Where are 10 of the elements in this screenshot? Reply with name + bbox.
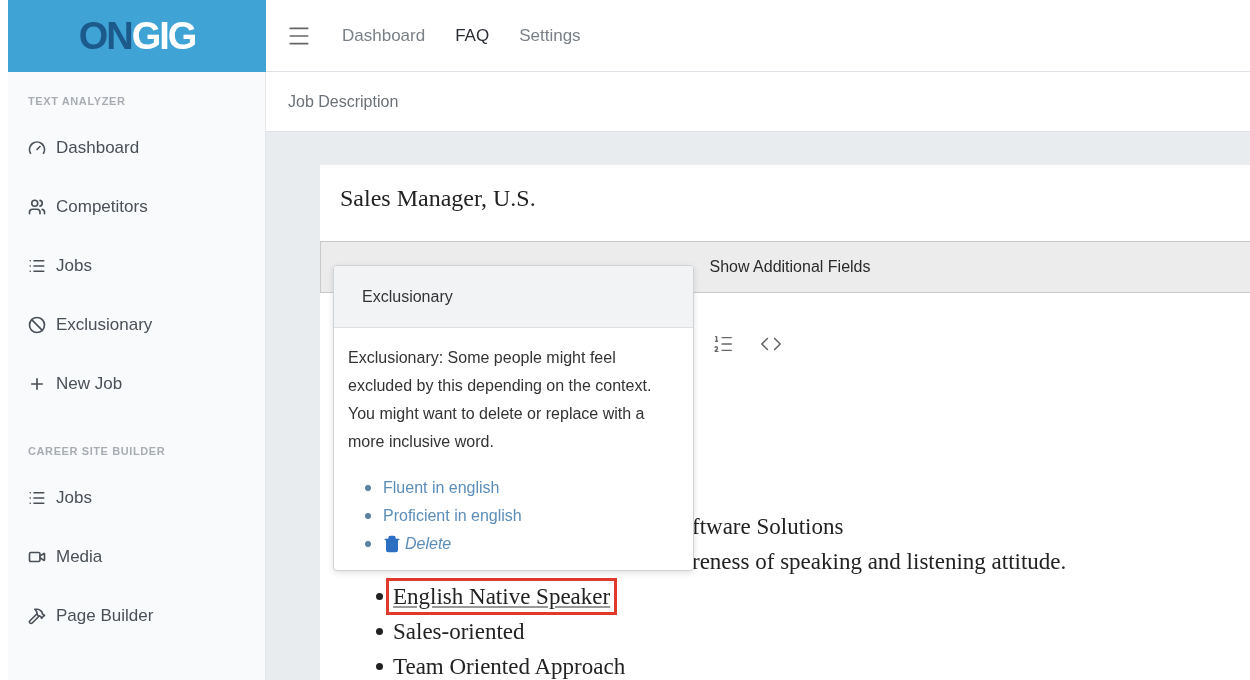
- editor-text: Sales-oriented: [392, 618, 526, 646]
- editor-text: reness of speaking and listening attitude.: [692, 549, 1067, 574]
- editor-text: Team Oriented Approach: [392, 653, 627, 680]
- logo: ONGIG: [8, 0, 266, 72]
- section-heading: TEXT ANALYZER: [28, 94, 127, 109]
- section-heading: CAREER SITE BUILDER: [28, 444, 167, 459]
- editor-text: ftware Solutions: [692, 514, 844, 539]
- popover-message: Exclusionary: Some people might feel excluded by this depending on the context. You might want to delete or replace with a more inclusive word.: [348, 348, 653, 452]
- flagged-phrase: English Native Speaker: [386, 578, 618, 615]
- job-title: Sales Manager, U.S.: [339, 184, 537, 213]
